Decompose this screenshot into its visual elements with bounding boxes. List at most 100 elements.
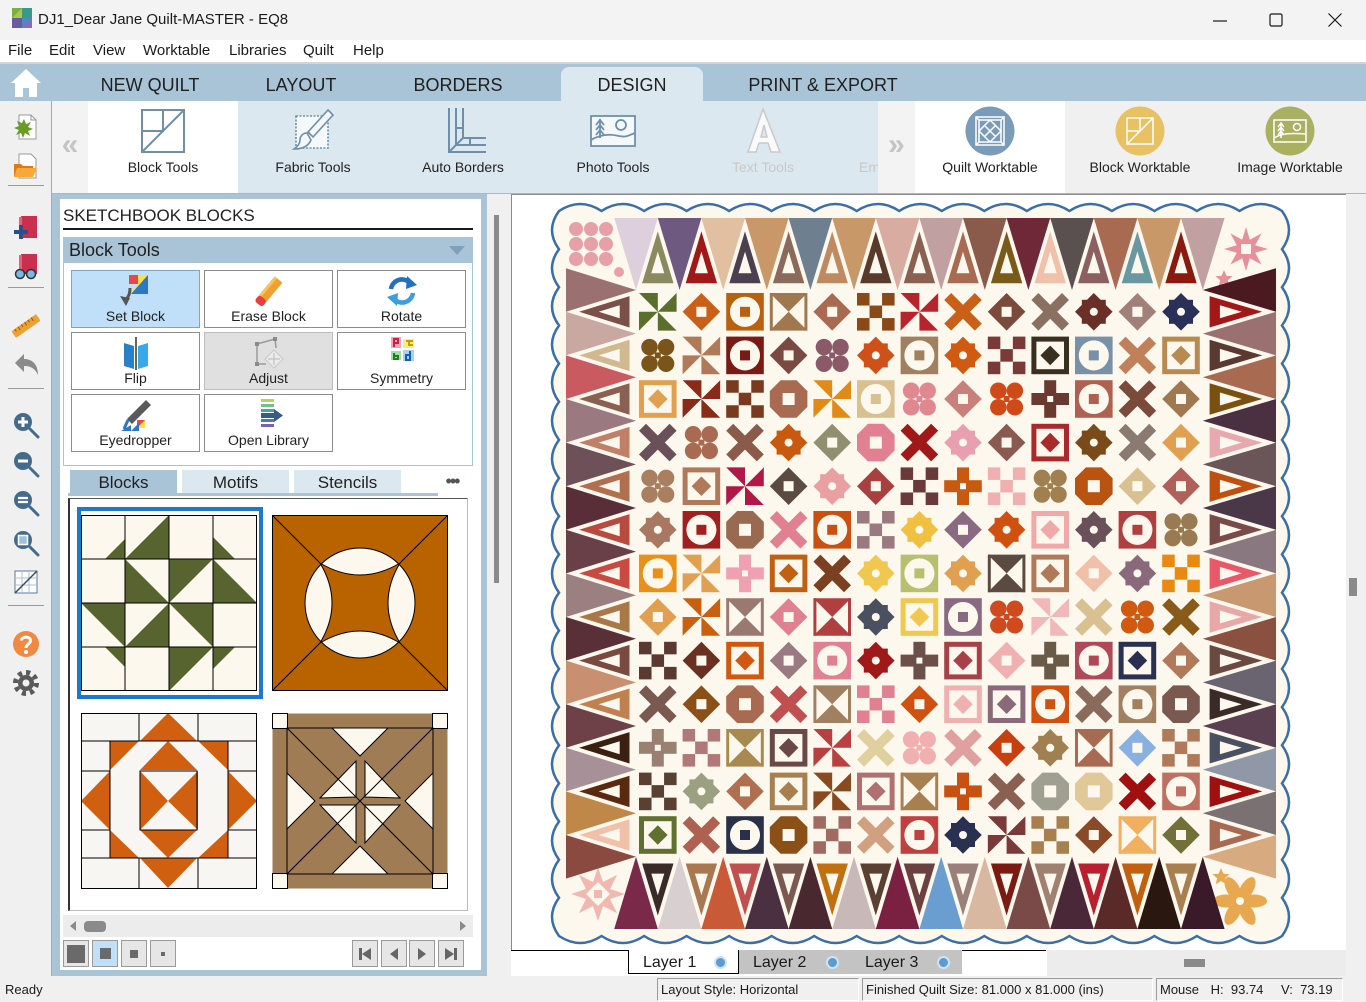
add-to-sketchbook-button[interactable] [9, 211, 43, 245]
settings-button[interactable] [9, 666, 43, 700]
canvas-horizontal-scrollbar[interactable] [1047, 950, 1346, 976]
minimize-button[interactable] [1195, 0, 1245, 40]
new-quilt-button[interactable] [9, 110, 43, 144]
quilt-block[interactable] [1118, 511, 1157, 549]
quilt-block[interactable] [987, 685, 1026, 723]
quilt-block[interactable] [1162, 336, 1200, 375]
tab-stencils[interactable]: Stencils [294, 470, 401, 493]
quilt-worktable-button[interactable]: Quilt Worktable [915, 101, 1065, 193]
tab-borders[interactable]: BORDERS [400, 64, 516, 101]
quilt-block[interactable] [1075, 467, 1113, 505]
scroll-right-arrow-icon[interactable] [460, 921, 466, 931]
library-horizontal-scrollbar[interactable] [63, 915, 473, 937]
close-button[interactable] [1310, 0, 1360, 40]
quilt-block[interactable] [1031, 423, 1069, 462]
quilt-worktable-canvas[interactable] [511, 194, 1346, 950]
show-grid-button[interactable] [9, 565, 43, 599]
menu-edit[interactable]: Edit [49, 40, 75, 61]
open-project-button[interactable] [9, 149, 43, 183]
quilt-block[interactable] [639, 816, 677, 854]
quilt-block[interactable] [726, 685, 764, 723]
library-block-thumbnail[interactable] [272, 515, 448, 691]
quilt-block[interactable] [1031, 772, 1069, 811]
eyedropper-button[interactable]: Eyedropper [71, 394, 200, 452]
tab-design[interactable]: DESIGN [561, 67, 703, 101]
corner-block-bottom-left[interactable] [571, 867, 625, 921]
library-block-thumbnail[interactable] [272, 713, 448, 889]
library-block-thumbnail[interactable] [81, 515, 257, 691]
quilt-block[interactable] [900, 554, 939, 593]
menu-quilt[interactable]: Quilt [303, 40, 334, 61]
quilt-block[interactable] [769, 554, 808, 593]
quilt-block[interactable] [682, 467, 721, 505]
quilt-block[interactable] [900, 336, 939, 375]
erase-block-button[interactable]: Erase Block [204, 270, 333, 328]
menu-view[interactable]: View [93, 40, 125, 61]
menu-help[interactable]: Help [353, 40, 384, 61]
quilt-block[interactable] [944, 598, 982, 636]
quilt-block[interactable] [857, 380, 895, 418]
set-block-button[interactable]: Set Block [71, 270, 200, 328]
open-library-button[interactable]: Open Library [204, 394, 333, 452]
canvas-vertical-scrollbar[interactable] [1346, 194, 1366, 976]
visibility-eye-icon[interactable] [714, 956, 727, 969]
quilt-block[interactable] [726, 293, 764, 331]
first-page-button[interactable] [352, 940, 378, 967]
quilt-block[interactable] [900, 598, 939, 636]
block-worktable-button[interactable]: Block Worktable [1065, 101, 1215, 193]
layer-3-tab[interactable]: Layer 3 [851, 950, 962, 974]
scroll-left-arrow-icon[interactable] [70, 921, 76, 931]
ribbon-fabric-tools[interactable]: Fabric Tools [238, 101, 388, 193]
visibility-eye-icon[interactable] [826, 956, 839, 969]
view-sketchbook-button[interactable] [9, 249, 43, 283]
panel-splitter-handle[interactable] [494, 215, 499, 583]
quilt-block[interactable] [1031, 554, 1069, 593]
last-page-button[interactable] [438, 940, 464, 967]
quilt-block[interactable] [769, 380, 808, 418]
quilt-block[interactable] [682, 511, 721, 549]
quilt-block[interactable] [1075, 641, 1113, 680]
visibility-eye-icon[interactable] [937, 956, 950, 969]
quilt-block[interactable] [1031, 336, 1069, 375]
block-tools-section-header[interactable]: Block Tools [63, 237, 473, 263]
menu-libraries[interactable]: Libraries [229, 40, 287, 61]
quilt-block[interactable] [726, 641, 764, 680]
help-button[interactable] [9, 627, 43, 661]
ribbon-auto-borders[interactable]: Auto Borders [388, 101, 538, 193]
ribbon-scroll-left-button[interactable]: « [52, 101, 88, 193]
view-size-tiny-button[interactable] [150, 940, 176, 967]
quilt-block[interactable] [1075, 336, 1113, 375]
image-worktable-button[interactable]: Image Worktable [1215, 101, 1366, 193]
quilt-block[interactable] [769, 772, 808, 811]
quilt-block[interactable] [639, 380, 677, 418]
layer-2-tab[interactable]: Layer 2 [739, 950, 851, 974]
quilt-block[interactable] [857, 423, 895, 462]
fit-to-worktable-button[interactable] [9, 486, 43, 520]
tab-blocks[interactable]: Blocks [70, 470, 177, 493]
zoom-out-button[interactable] [9, 447, 43, 481]
quilt-block[interactable] [726, 816, 764, 854]
quilt-block[interactable] [813, 511, 851, 549]
ribbon-photo-tools[interactable]: Photo Tools [538, 101, 688, 193]
quilt-block[interactable] [726, 336, 764, 375]
next-page-button[interactable] [409, 940, 435, 967]
more-options-button[interactable]: ••• [434, 470, 470, 493]
menu-worktable[interactable]: Worktable [143, 40, 210, 61]
quilt-block[interactable] [813, 641, 851, 680]
scrollbar-thumb[interactable] [1184, 959, 1205, 967]
quilt-drawing[interactable] [511, 194, 1346, 950]
quilt-block[interactable] [639, 554, 677, 593]
tab-print-export[interactable]: PRINT & EXPORT [740, 64, 906, 101]
home-button[interactable] [0, 64, 52, 101]
zoom-in-button[interactable] [9, 408, 43, 442]
scrollbar-thumb[interactable] [84, 921, 106, 932]
flip-button[interactable]: Flip [71, 332, 200, 390]
quilt-block[interactable] [1118, 685, 1157, 723]
quilt-block[interactable] [900, 816, 939, 854]
layer-1-tab[interactable]: Layer 1 [628, 950, 739, 974]
quilt-block[interactable] [1162, 685, 1200, 723]
view-size-small-button[interactable] [121, 940, 147, 967]
quilt-block[interactable] [726, 511, 764, 549]
quilt-block[interactable] [813, 729, 851, 767]
quilt-block[interactable] [944, 685, 982, 723]
